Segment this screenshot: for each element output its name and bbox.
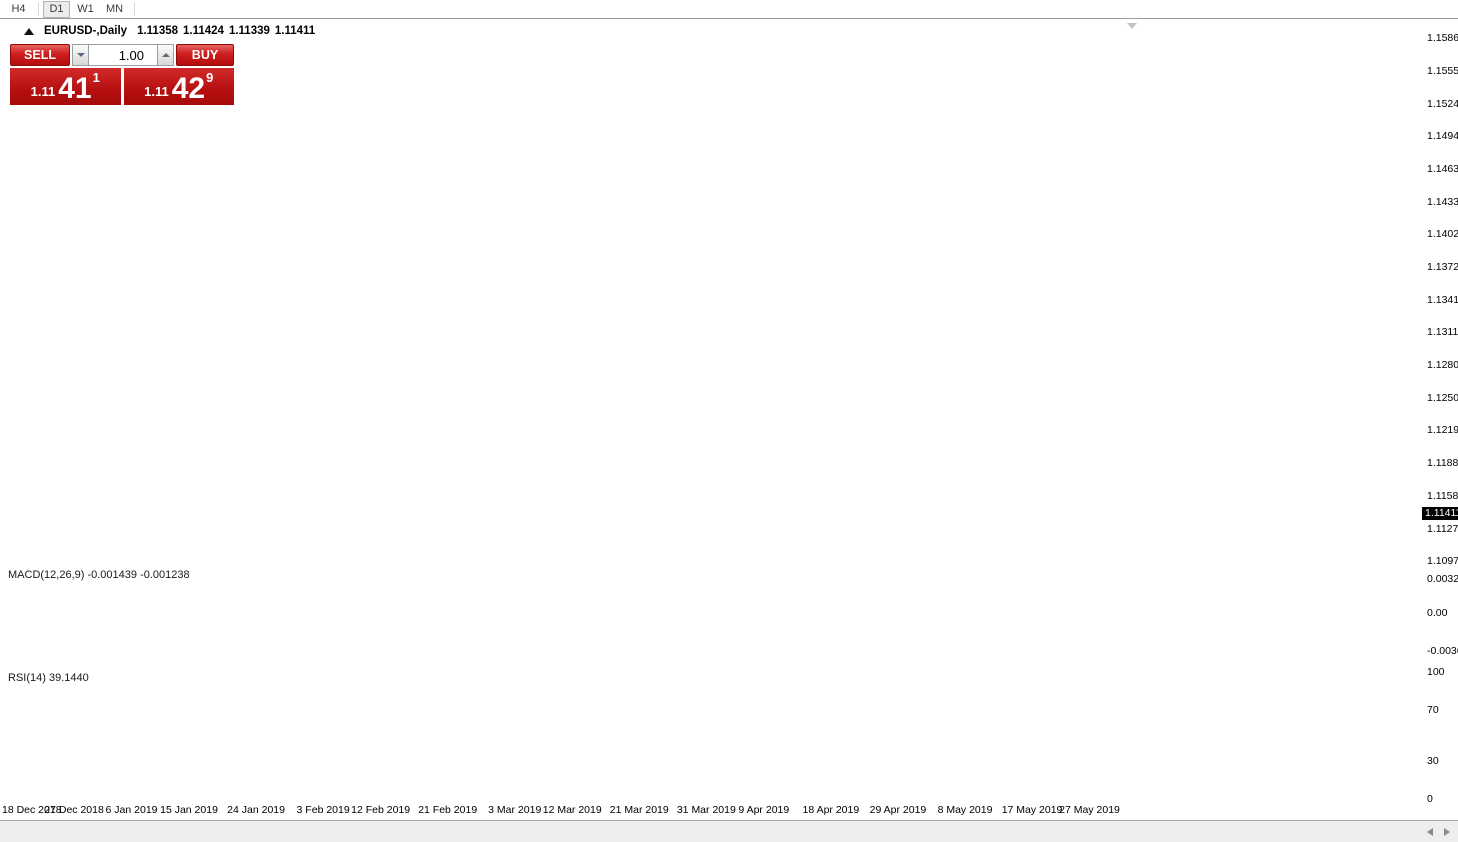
toolbar-separator	[38, 2, 39, 16]
price-axis-label: 1.11580	[1427, 490, 1458, 502]
date-axis-label: 21 Mar 2019	[610, 804, 669, 816]
date-axis-label: 24 Jan 2019	[227, 804, 285, 816]
rsi-axis-label: 100	[1427, 666, 1445, 678]
toolbar-separator	[134, 2, 135, 16]
arrow-down-icon	[77, 53, 85, 57]
buy-price-display[interactable]: 1.11 42 9	[124, 68, 235, 105]
macd-axis-label: -0.00365	[1427, 645, 1458, 657]
buy-price-small: 1.11	[144, 84, 169, 99]
date-axis-label: 15 Jan 2019	[160, 804, 218, 816]
rsi-axis-label: 30	[1427, 755, 1439, 767]
date-axis-label: 18 Apr 2019	[803, 804, 860, 816]
date-axis-label: 6 Jan 2019	[106, 804, 158, 816]
rsi-indicator-label: RSI(14) 39.1440	[8, 672, 89, 684]
price-axis-label: 1.14330	[1427, 196, 1458, 208]
chart-shift-icon[interactable]	[1127, 23, 1137, 29]
timeframe-toolbar: H4 D1W1MN	[0, 0, 1458, 19]
current-price-tag: 1.11411	[1422, 507, 1458, 520]
one-click-panel-toggle-icon[interactable]	[24, 28, 34, 35]
date-axis-label: 12 Feb 2019	[351, 804, 410, 816]
chart-tabs-bar	[0, 820, 1458, 842]
volume-increase-button[interactable]	[157, 44, 174, 66]
macd-axis-label: 0.00328	[1427, 573, 1458, 585]
tabs-scroll-left-icon[interactable]	[1427, 828, 1433, 836]
ohlc-close: 1.11411	[275, 25, 315, 37]
sell-price-display[interactable]: 1.11 41 1	[10, 68, 121, 105]
buy-price-sup: 9	[206, 70, 213, 85]
ohlc-low: 1.11339	[229, 25, 270, 37]
timeframe-button-h4[interactable]: H4	[5, 1, 32, 18]
price-axis-label: 1.14940	[1427, 130, 1458, 142]
chart-title: EURUSD-,Daily 1.11358 1.11424 1.11339 1.…	[24, 25, 320, 37]
date-axis-label: 12 Mar 2019	[543, 804, 602, 816]
one-click-trading-panel: SELL BUY 1.11 41 1 1.11 42 9	[10, 44, 234, 105]
date-axis-label: 21 Feb 2019	[418, 804, 477, 816]
timeframe-button-w1[interactable]: W1	[72, 1, 99, 18]
macd-axis-label: 0.00	[1427, 607, 1447, 619]
date-axis-label: 3 Feb 2019	[297, 804, 350, 816]
timeframe-button-mn[interactable]: MN	[101, 1, 128, 18]
chart-canvas[interactable]	[0, 0, 1458, 820]
volume-decrease-button[interactable]	[72, 44, 89, 66]
date-axis-label: 8 May 2019	[938, 804, 993, 816]
price-axis-label: 1.15550	[1427, 65, 1458, 77]
chart-symbol-label: EURUSD-,Daily	[44, 25, 127, 37]
tabs-scroll-right-icon[interactable]	[1444, 828, 1450, 836]
price-axis-label: 1.11275	[1427, 523, 1458, 535]
price-axis-label: 1.10970	[1427, 555, 1458, 567]
date-axis-label: 27 May 2019	[1059, 804, 1120, 816]
ohlc-high: 1.11424	[183, 25, 224, 37]
ohlc-open: 1.11358	[137, 25, 178, 37]
date-axis-label: 29 Apr 2019	[870, 804, 927, 816]
price-axis-label: 1.15245	[1427, 98, 1458, 110]
sell-price-small: 1.11	[31, 84, 56, 99]
buy-price-big: 42	[172, 75, 205, 102]
price-axis-label: 1.13720	[1427, 261, 1458, 273]
rsi-axis-label: 0	[1427, 793, 1433, 805]
date-axis-label: 17 May 2019	[1002, 804, 1063, 816]
buy-button[interactable]: BUY	[176, 44, 234, 66]
price-axis-label: 1.12500	[1427, 392, 1458, 404]
price-axis-label: 1.15860	[1427, 32, 1458, 44]
sell-button[interactable]: SELL	[10, 44, 70, 66]
price-axis-label: 1.14025	[1427, 228, 1458, 240]
date-axis-label: 27 Dec 2018	[44, 804, 104, 816]
date-axis-label: 31 Mar 2019	[677, 804, 736, 816]
sell-price-big: 41	[58, 75, 91, 102]
price-axis-label: 1.13415	[1427, 294, 1458, 306]
volume-input[interactable]	[89, 44, 157, 66]
price-axis-label: 1.11885	[1427, 457, 1458, 469]
price-axis-label: 1.12805	[1427, 359, 1458, 371]
sell-price-sup: 1	[93, 70, 100, 85]
macd-indicator-label: MACD(12,26,9) -0.001439 -0.001238	[8, 569, 190, 581]
date-axis-label: 9 Apr 2019	[738, 804, 789, 816]
timeframe-button-d1[interactable]: D1	[43, 1, 70, 18]
arrow-up-icon	[162, 53, 170, 57]
tabs-scroll-arrows	[1427, 828, 1450, 836]
price-axis-label: 1.12195	[1427, 424, 1458, 436]
price-axis-label: 1.13110	[1427, 326, 1458, 338]
rsi-axis-label: 70	[1427, 704, 1439, 716]
price-axis-label: 1.14635	[1427, 163, 1458, 175]
date-axis-label: 3 Mar 2019	[488, 804, 541, 816]
